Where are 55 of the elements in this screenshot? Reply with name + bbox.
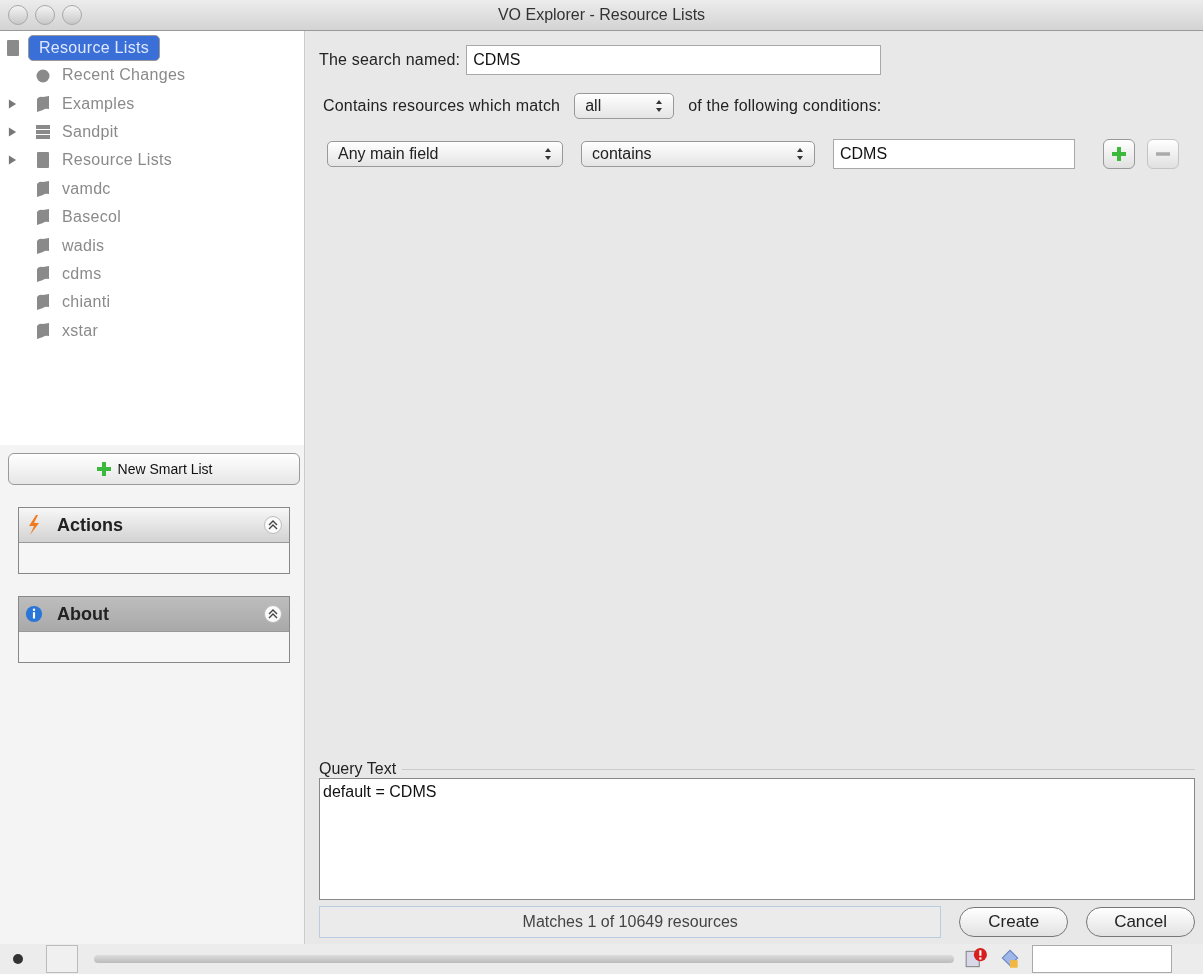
window-title: VO Explorer - Resource Lists <box>497 6 706 24</box>
condition-value-field[interactable]: CDMS <box>833 139 1075 169</box>
document-icon <box>34 236 52 255</box>
field-select[interactable]: Any main field <box>327 141 563 167</box>
tree-item[interactable]: Examples <box>58 93 139 114</box>
tree-item[interactable]: chianti <box>58 292 115 313</box>
expand-arrow-icon[interactable] <box>8 155 17 166</box>
expand-arrow-icon[interactable] <box>8 126 17 137</box>
plus-icon <box>95 461 112 477</box>
list-icon <box>4 39 22 57</box>
operator-select[interactable]: contains <box>581 141 815 167</box>
minus-icon <box>1156 152 1170 156</box>
remove-condition-button[interactable] <box>1147 139 1179 169</box>
query-text-label: Query Text <box>319 760 397 778</box>
document-icon <box>34 264 52 283</box>
conditions-label: of the following conditions: <box>688 97 882 115</box>
tree-item[interactable]: Resource Lists <box>28 35 161 61</box>
document-icon <box>34 293 52 312</box>
stepper-arrows-icon <box>796 147 804 161</box>
expand-arrow-icon[interactable] <box>8 98 17 109</box>
close-button[interactable] <box>8 5 28 25</box>
stack-icon <box>34 122 52 141</box>
zoom-button[interactable] <box>62 5 82 25</box>
document-icon <box>34 321 52 340</box>
tree-item[interactable]: Basecol <box>58 207 126 228</box>
dialog-button[interactable]: Create <box>959 907 1069 937</box>
query-text-area[interactable]: default = CDMS <box>319 778 1195 900</box>
tree-item[interactable]: wadis <box>58 235 109 256</box>
stepper-arrows-icon <box>655 99 664 113</box>
document-icon <box>34 94 52 113</box>
tree-item[interactable]: vamdc <box>58 178 115 199</box>
status-field[interactable] <box>1032 945 1172 973</box>
search-name-field[interactable]: CDMS <box>466 45 882 75</box>
info-icon <box>25 604 43 624</box>
collapse-icon[interactable] <box>263 604 283 624</box>
minimize-button[interactable] <box>35 5 55 25</box>
add-condition-button[interactable] <box>1103 139 1135 169</box>
tree-item[interactable]: Recent Changes <box>58 65 190 86</box>
stepper-arrows-icon <box>544 147 552 161</box>
collapse-icon[interactable] <box>263 515 283 535</box>
new-smart-list-button[interactable]: New Smart List <box>8 453 300 485</box>
panel-header[interactable]: About <box>19 597 289 632</box>
status-light-icon <box>12 953 24 965</box>
tree-item[interactable]: Resource Lists <box>58 150 177 171</box>
list-icon <box>34 151 52 170</box>
plus-icon <box>1111 146 1127 162</box>
document-icon <box>34 208 52 227</box>
document-icon <box>34 179 52 198</box>
tree-item[interactable]: cdms <box>58 263 106 284</box>
tree-item[interactable]: xstar <box>58 320 103 341</box>
search-name-label: The search named: <box>319 51 461 69</box>
match-select[interactable]: all <box>574 93 675 119</box>
match-label: Contains resources which match <box>323 97 561 115</box>
match-count: Matches 1 of 10649 resources <box>319 906 942 938</box>
dialog-button[interactable]: Cancel <box>1086 907 1195 937</box>
